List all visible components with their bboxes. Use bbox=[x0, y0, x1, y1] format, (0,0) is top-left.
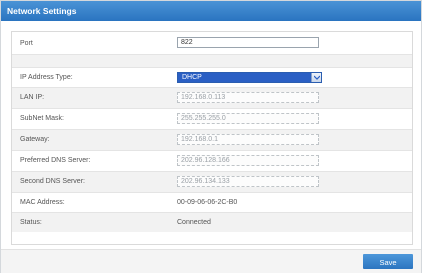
save-button[interactable]: Save bbox=[363, 254, 413, 269]
mac-address-row: MAC Address: 00-09-06-06-2C-B0 bbox=[12, 193, 412, 213]
lan-ip-input[interactable] bbox=[177, 92, 319, 103]
subnet-mask-input[interactable] bbox=[177, 113, 319, 124]
ip-address-type-select[interactable]: DHCP bbox=[177, 72, 322, 83]
mac-address-value: 00-09-06-06-2C-B0 bbox=[177, 199, 238, 206]
network-settings-window: Network Settings Port IP Address Type: D… bbox=[0, 0, 422, 273]
preferred-dns-row: Preferred DNS Server: bbox=[12, 151, 412, 172]
chevron-down-icon[interactable] bbox=[311, 73, 321, 82]
settings-panel: Port IP Address Type: DHCP LAN IP: SubNe… bbox=[11, 31, 413, 245]
lan-ip-label: LAN IP: bbox=[20, 94, 45, 101]
ip-address-type-row: IP Address Type: DHCP bbox=[12, 68, 412, 88]
second-dns-label: Second DNS Server: bbox=[20, 178, 85, 185]
port-row: Port bbox=[12, 32, 412, 55]
status-label: Status: bbox=[20, 219, 42, 226]
gateway-label: Gateway: bbox=[20, 136, 50, 143]
preferred-dns-label: Preferred DNS Server: bbox=[20, 157, 91, 164]
ip-address-type-label: IP Address Type: bbox=[20, 74, 73, 81]
second-dns-input[interactable] bbox=[177, 176, 319, 187]
status-value: Connected bbox=[177, 219, 211, 226]
title-bar: Network Settings bbox=[1, 1, 421, 21]
lan-ip-row: LAN IP: bbox=[12, 88, 412, 109]
mac-address-label: MAC Address: bbox=[20, 199, 65, 206]
gateway-input[interactable] bbox=[177, 134, 319, 145]
window-title: Network Settings bbox=[7, 6, 77, 16]
preferred-dns-input[interactable] bbox=[177, 155, 319, 166]
ip-address-type-value: DHCP bbox=[182, 74, 202, 81]
port-input[interactable] bbox=[177, 37, 319, 48]
subnet-mask-row: SubNet Mask: bbox=[12, 109, 412, 130]
second-dns-row: Second DNS Server: bbox=[12, 172, 412, 193]
subnet-mask-label: SubNet Mask: bbox=[20, 115, 64, 122]
port-label: Port bbox=[20, 40, 33, 47]
status-row: Status: Connected bbox=[12, 213, 412, 232]
spacer-row bbox=[12, 55, 412, 68]
gateway-row: Gateway: bbox=[12, 130, 412, 151]
footer-bar: Save bbox=[1, 249, 421, 273]
